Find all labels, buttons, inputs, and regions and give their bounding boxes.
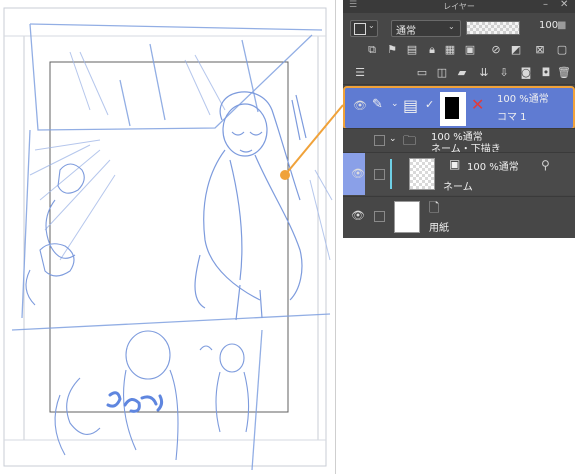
layer-mask-icon[interactable]: ▣ xyxy=(463,43,477,57)
layer-opacity-mode: 100 %通常 xyxy=(467,162,519,173)
layer-color-icon[interactable]: ◩ xyxy=(509,43,523,57)
chevron-down-icon: ⌄ xyxy=(368,21,375,30)
character-sketch xyxy=(194,91,307,321)
draft-layer-icon: ⚲ xyxy=(541,158,550,172)
sound-effect-sketch xyxy=(106,391,164,413)
opacity-stepper-icon[interactable]: ■ xyxy=(557,20,566,31)
sketch-drawing xyxy=(3,7,333,471)
blend-mode-value: 通常 xyxy=(396,26,416,37)
opacity-slider[interactable] xyxy=(466,21,520,35)
check-icon: ✓ xyxy=(425,98,435,111)
layer-opacity-mode: 100 %通常 xyxy=(497,94,549,105)
panel-borders xyxy=(11,23,331,471)
layer-color-button[interactable]: ⌄ xyxy=(350,20,378,37)
layer-toolbar-1: ⧉ ⚑ ▤ 🔒︎ ▦ ▣ ⊘ ◩ ⊠ ▢ xyxy=(343,40,575,60)
new-raster-layer-icon[interactable]: ▭ xyxy=(415,66,429,80)
edit-toggle[interactable] xyxy=(374,169,385,180)
layer-color-swatch xyxy=(354,23,366,35)
paper-layer-icon: 🗋︎ xyxy=(429,201,440,216)
create-mask-icon[interactable]: ◘ xyxy=(539,66,553,80)
layer-row-paper[interactable]: 👁︎ 🗋︎ 用紙 xyxy=(343,197,575,235)
layer-panel: ☰ レイヤー – ✕ ⌄ 通常 ⌄ 100 ■ ⧉ ⚑ ▤ 🔒︎ ▦ ▣ ⊘ ◩… xyxy=(343,0,575,238)
creature-sketch xyxy=(25,163,85,306)
frame-folder-icon: ▤ xyxy=(403,96,419,115)
manuscript-canvas[interactable] xyxy=(0,0,336,474)
panel-title: レイヤー xyxy=(443,2,475,11)
layer-toolbar-2: ☰ ▭ ◫ ▰ ⇊ ⇩ ◙ ◘ 🗑︎ xyxy=(343,64,575,82)
edit-toggle[interactable] xyxy=(374,135,385,146)
lock-transparency-icon[interactable]: ▦ xyxy=(443,43,457,57)
combine-down-icon[interactable]: ⇩ xyxy=(497,66,511,80)
bleed-frame xyxy=(3,7,327,467)
layer-name: コマ 1 xyxy=(497,112,527,123)
transfer-down-icon[interactable]: ⇊ xyxy=(477,66,491,80)
mask-thumbnail xyxy=(440,92,466,126)
layer-row-koma1[interactable]: 👁︎ ✎ ⌄ ▤ ✓ ✕ 100 %通常 コマ 1 xyxy=(343,86,575,130)
edit-toggle[interactable] xyxy=(374,211,385,222)
eye-icon[interactable]: 👁︎ xyxy=(351,209,365,222)
mask-disabled-icon[interactable]: ✕ xyxy=(471,95,484,114)
chevron-down-icon[interactable]: ⌄ xyxy=(389,134,397,144)
reference-layer-icon[interactable]: ⚑ xyxy=(385,43,399,57)
chevron-down-icon: ⌄ xyxy=(448,22,455,31)
pencil-icon[interactable]: ✎ xyxy=(372,97,383,112)
draft-layer-icon[interactable]: ▤ xyxy=(405,43,419,57)
raster-layer-icon: ▣ xyxy=(449,157,461,171)
apply-mask-icon[interactable]: ◙ xyxy=(519,66,533,80)
layer-row-name[interactable]: 👁︎ ▣ 100 %通常 ネーム ⚲ xyxy=(343,153,575,195)
new-vector-layer-icon[interactable]: ◫ xyxy=(435,66,449,80)
chevron-down-icon[interactable]: ⌄ xyxy=(391,99,399,109)
ruler-icon[interactable]: ⊘ xyxy=(489,43,503,57)
folder-icon: 🗀︎ xyxy=(403,134,417,149)
layer-thumbnail xyxy=(394,201,420,233)
inner-frame xyxy=(49,61,289,413)
layer-property-bar: ⌄ 通常 ⌄ 100 ■ xyxy=(343,16,575,38)
layer-row-name-sketch-folder[interactable]: ⌄ 🗀︎ 100 %通常 ネーム・下描き xyxy=(343,129,575,155)
delete-icon[interactable]: 🗑︎ xyxy=(557,66,571,80)
close-icon[interactable]: ✕ xyxy=(560,0,568,10)
layer-list-icon[interactable]: ☰ xyxy=(353,66,367,80)
layer-thumbnail xyxy=(409,158,435,190)
show-ruler-icon[interactable]: ⊠ xyxy=(533,43,547,57)
clip-indicator xyxy=(390,159,392,189)
new-folder-icon[interactable]: ▰ xyxy=(455,66,469,80)
panel-titlebar: ☰ レイヤー – ✕ xyxy=(343,0,575,13)
mask-enable-icon[interactable]: ▢ xyxy=(555,43,569,57)
lock-icon[interactable]: 🔒︎ xyxy=(425,43,439,57)
blend-mode-select[interactable]: 通常 ⌄ xyxy=(391,20,461,37)
lower-figures-sketch xyxy=(54,330,250,461)
minimize-icon[interactable]: – xyxy=(543,0,548,10)
trim-frame xyxy=(23,35,319,441)
eye-icon[interactable]: 👁︎ xyxy=(353,99,367,112)
layer-name: 用紙 xyxy=(429,223,449,234)
layer-name: ネーム xyxy=(443,182,473,193)
opacity-value[interactable]: 100 xyxy=(539,20,558,31)
clip-to-layer-icon[interactable]: ⧉ xyxy=(365,43,379,57)
eye-icon[interactable]: 👁︎ xyxy=(351,167,365,180)
